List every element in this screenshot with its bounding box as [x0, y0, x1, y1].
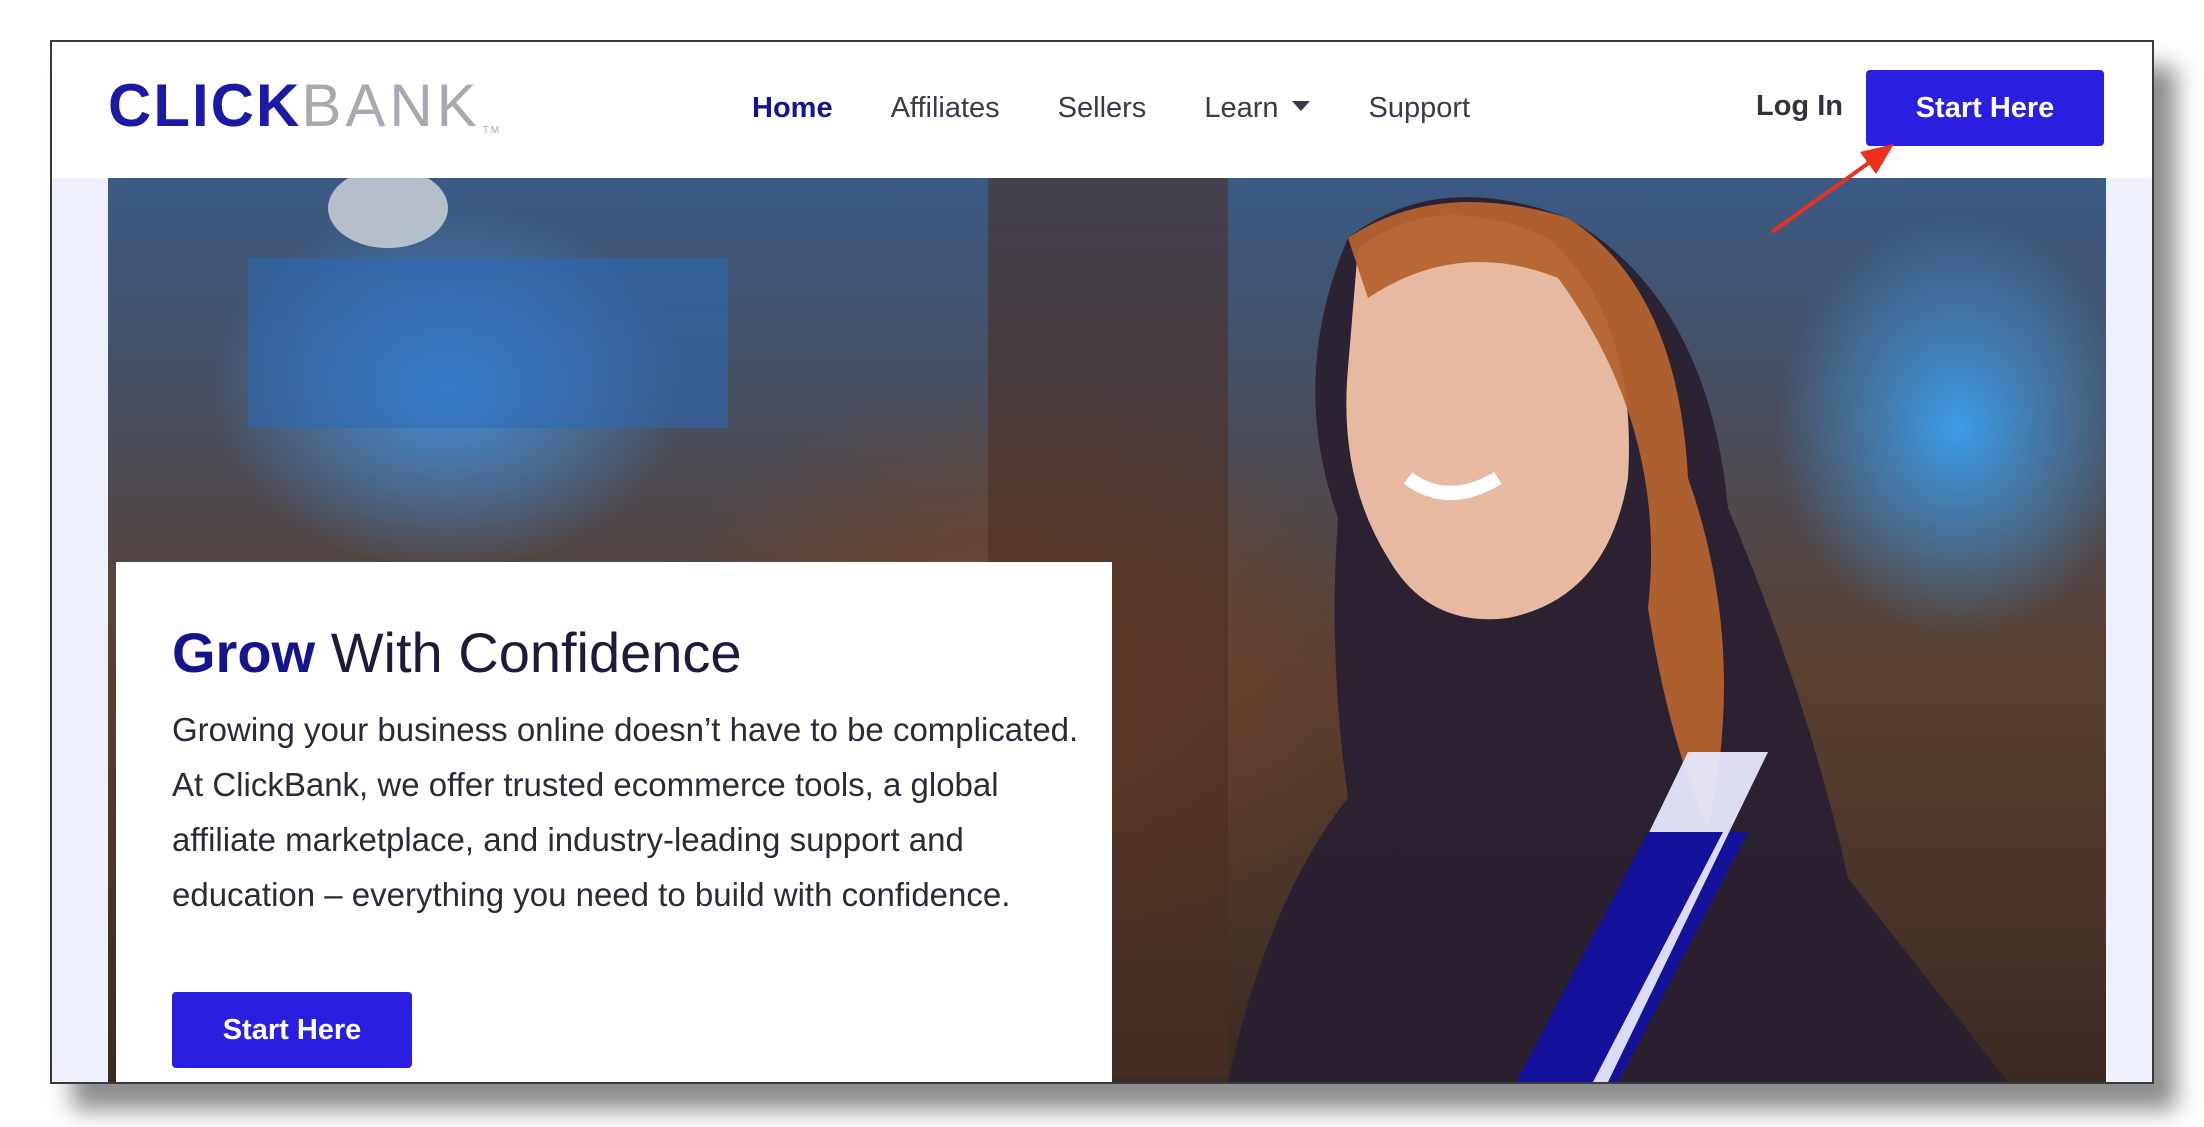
hero-start-here-button[interactable]: Start Here [172, 992, 412, 1068]
logo-click-text: CLICK [108, 72, 302, 139]
hero-headline: Grow With Confidence [172, 620, 742, 685]
headline-emphasis: Grow [172, 621, 316, 684]
hero-banner: Grow With Confidence Growing your busine… [108, 178, 2106, 1082]
decorative-stripes [1516, 752, 1768, 1082]
nav-home[interactable]: Home [752, 92, 833, 125]
hero-description: Growing your business online doesn’t hav… [172, 711, 1079, 913]
logo-trademark: TM [482, 125, 502, 136]
main-nav: Home Affiliates Sellers Learn Support [752, 92, 1470, 125]
nav-sellers[interactable]: Sellers [1058, 92, 1147, 125]
clickbank-logo[interactable]: CLICKBANK TM [108, 76, 501, 136]
nav-affiliates[interactable]: Affiliates [891, 92, 1000, 125]
screenshot-frame: CLICKBANK TM Home Affiliates Sellers Lear… [50, 40, 2154, 1084]
annotation-arrow-icon [1770, 144, 1894, 234]
chevron-down-icon [1292, 101, 1311, 112]
hero-card: Grow With Confidence Growing your busine… [116, 562, 1112, 1082]
logo-bank-text: BANK [301, 72, 481, 139]
nav-learn-label: Learn [1204, 92, 1279, 124]
nav-support[interactable]: Support [1368, 92, 1470, 125]
headline-rest: With Confidence [330, 621, 742, 684]
login-link[interactable]: Log In [1756, 90, 1843, 123]
nav-learn[interactable]: Learn [1204, 92, 1311, 125]
